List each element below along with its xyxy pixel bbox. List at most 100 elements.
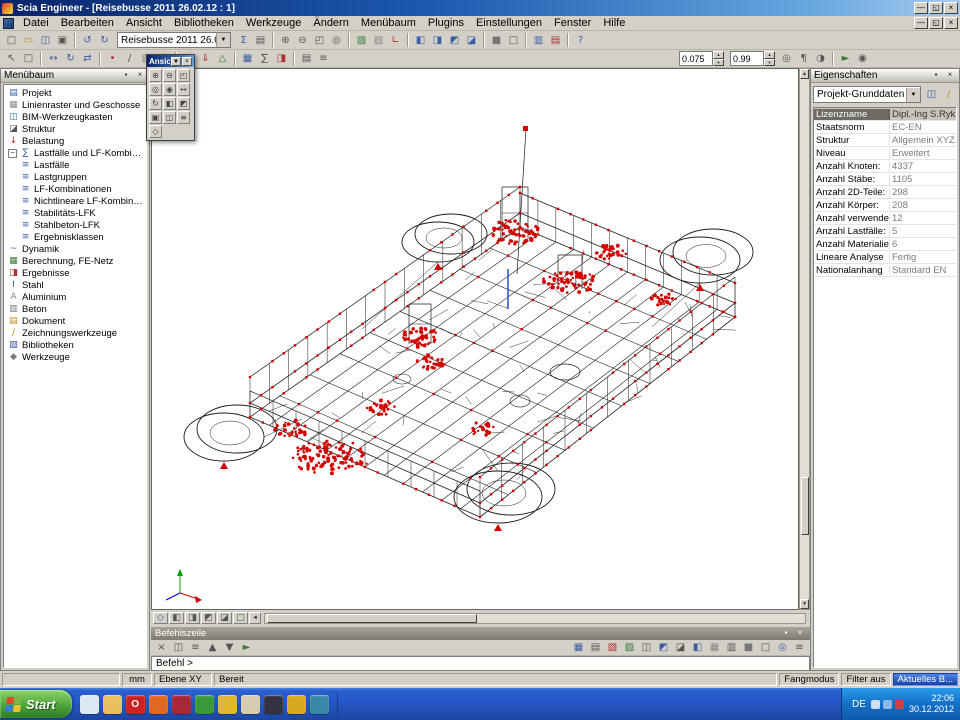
tree-item-beton[interactable]: ▥Beton — [4, 303, 146, 315]
move-icon[interactable]: ↔ — [45, 51, 62, 66]
spinner-up-icon[interactable]: ▲ — [764, 51, 775, 59]
help-icon[interactable]: ? — [572, 33, 589, 48]
close-icon[interactable]: × — [944, 70, 956, 81]
pointer-icon[interactable]: ↖ — [3, 51, 20, 66]
tree-item-stabilitäts-lfk[interactable]: ≡Stabilitäts-LFK — [4, 207, 146, 219]
show-loads-icon[interactable]: ▧ — [604, 640, 621, 655]
shrink-members-icon[interactable]: ◧ — [689, 640, 706, 655]
horizontal-scrollbar[interactable] — [264, 613, 806, 624]
tree-item-berechnung-fe-netz[interactable]: ▦Berechnung, FE-Netz — [4, 255, 146, 267]
calculation-icon[interactable]: Σ — [235, 33, 252, 48]
support-icon[interactable]: △ — [214, 51, 231, 66]
axonometric-view-icon[interactable]: ◪ — [463, 33, 480, 48]
scale-input-2[interactable] — [730, 51, 764, 66]
show-surfaces-icon[interactable]: ◩ — [655, 640, 672, 655]
selection-box-icon[interactable]: □ — [20, 51, 37, 66]
dock-command-icon[interactable]: ◫ — [170, 640, 187, 655]
properties-panel-header[interactable]: Eigenschaften ▪ × — [811, 69, 959, 83]
tree-item-dynamik[interactable]: ~Dynamik — [4, 243, 146, 255]
camera-icon[interactable]: ◉ — [854, 51, 871, 66]
perspective-view-tab-icon[interactable]: ◪ — [217, 612, 232, 624]
command-line-header[interactable]: Befehlszeile ▪ × — [151, 627, 810, 640]
save-icon[interactable]: ◫ — [37, 33, 54, 48]
scale-spinner-2[interactable]: ▲▼ — [764, 51, 775, 66]
print-view-icon[interactable]: ▣ — [149, 111, 162, 124]
line-load-icon[interactable]: ⇓ — [197, 51, 214, 66]
language-indicator[interactable]: DE — [852, 699, 866, 710]
tree-item-bibliotheken[interactable]: ▧Bibliotheken — [4, 339, 146, 351]
menu-werkzeuge[interactable]: Werkzeuge — [240, 16, 307, 30]
scroll-down-icon[interactable]: ▼ — [800, 599, 809, 609]
property-row[interactable]: Anzahl Stäbe:1105 — [814, 173, 956, 186]
tree-item-ergebnisse[interactable]: ◨Ergebnisse — [4, 267, 146, 279]
menu-hilfe[interactable]: Hilfe — [597, 16, 631, 30]
show-results-icon[interactable]: ◎ — [774, 640, 791, 655]
menu-menbaum[interactable]: Menübaum — [355, 16, 422, 30]
tree-item-stahlbeton-lfk[interactable]: ≡Stahlbeton-LFK — [4, 219, 146, 231]
perspective-icon[interactable]: ◇ — [149, 125, 162, 138]
quick-launch-show-desktop[interactable] — [80, 695, 99, 714]
next-command-icon[interactable]: ▼ — [221, 640, 238, 655]
xz-view-tab-icon[interactable]: ◨ — [185, 612, 200, 624]
pan-icon[interactable]: ↔ — [177, 83, 190, 96]
child-minimize-button[interactable]: — — [914, 17, 928, 29]
report-icon[interactable]: ▤ — [547, 33, 564, 48]
command-history-icon[interactable]: ≡ — [187, 640, 204, 655]
status-units-cell[interactable]: mm — [122, 673, 152, 686]
properties-icon[interactable]: ≡ — [315, 51, 332, 66]
rotate-icon[interactable]: ↻ — [62, 51, 79, 66]
status-snap-cell[interactable]: Fangmodus — [779, 673, 839, 686]
property-row[interactable]: Anzahl Knoten:4337 — [814, 160, 956, 173]
spinner-down-icon[interactable]: ▼ — [713, 59, 724, 67]
properties-combo[interactable]: Projekt-Grunddaten (1) ▼ — [813, 86, 921, 103]
quick-launch-opera[interactable]: O — [126, 695, 145, 714]
zoom-out-icon[interactable]: ⊖ — [163, 69, 176, 82]
quick-launch-ide[interactable] — [264, 695, 283, 714]
command-input[interactable]: Befehl > — [151, 656, 810, 671]
tray-network-icon[interactable] — [883, 700, 892, 709]
redo-icon[interactable]: ↻ — [96, 33, 113, 48]
property-row[interactable]: StrukturAllgemein XYZ — [814, 134, 956, 147]
scale-field-1[interactable]: ▲▼ — [679, 51, 724, 66]
view-x-icon[interactable]: ◧ — [412, 33, 429, 48]
undo-icon[interactable]: ↺ — [79, 33, 96, 48]
scale-field-2[interactable]: ▲▼ — [730, 51, 775, 66]
property-row[interactable]: Anzahl Körper:208 — [814, 199, 956, 212]
scroll-left-icon[interactable]: ◄ — [249, 612, 261, 624]
show-model-data-icon[interactable]: ▥ — [723, 640, 740, 655]
tree-item-lastgruppen[interactable]: ≡Lastgruppen — [4, 171, 146, 183]
visibility-icon[interactable]: ◎ — [778, 51, 795, 66]
quick-launch-media[interactable] — [172, 695, 191, 714]
clock[interactable]: 22:06 30.12.2012 — [909, 693, 954, 715]
menu-bibliotheken[interactable]: Bibliotheken — [168, 16, 240, 30]
beam-icon[interactable]: / — [121, 51, 138, 66]
property-row[interactable]: NationalanhangStandard EN — [814, 264, 956, 277]
model-viewport[interactable] — [151, 68, 799, 610]
close-icon[interactable]: × — [134, 70, 146, 81]
vertical-scrollbar[interactable]: ▲ ▼ — [799, 68, 810, 610]
minimize-button[interactable]: — — [914, 2, 928, 14]
render-mode-icon[interactable]: ■ — [740, 640, 757, 655]
calculate-icon[interactable]: ∑ — [256, 51, 273, 66]
project-combo[interactable]: Reisebusse 2011 26.0 ▼ — [117, 32, 231, 48]
mirror-icon[interactable]: ⇄ — [79, 51, 96, 66]
show-labels-icon[interactable]: ◫ — [638, 640, 655, 655]
zoom-window-icon[interactable]: ◰ — [177, 69, 190, 82]
ucs-icon[interactable]: ∟ — [387, 33, 404, 48]
tray-volume-icon[interactable] — [871, 700, 880, 709]
property-row[interactable]: Anzahl Lastfälle:5 — [814, 225, 956, 238]
open-icon[interactable]: ▭ — [20, 33, 37, 48]
pin-icon[interactable]: ▪ — [930, 70, 942, 81]
tree-item-bim-werkzeugkasten[interactable]: ◫BIM-Werkzeugkasten — [4, 111, 146, 123]
restore-button[interactable]: ◱ — [929, 2, 943, 14]
menu-plugins[interactable]: Plugins — [422, 16, 470, 30]
yz-view-tab-icon[interactable]: ◩ — [201, 612, 216, 624]
scale-input-1[interactable] — [679, 51, 713, 66]
tray-antivirus-icon[interactable] — [895, 700, 904, 709]
property-row[interactable]: StaatsnormEC-EN — [814, 121, 956, 134]
scroll-up-icon[interactable]: ▲ — [800, 69, 809, 79]
shading-icon[interactable]: ◑ — [812, 51, 829, 66]
results-icon[interactable]: ◨ — [273, 51, 290, 66]
tree-item-dokument[interactable]: ▤Dokument — [4, 315, 146, 327]
child-restore-button[interactable]: ◱ — [929, 17, 943, 29]
